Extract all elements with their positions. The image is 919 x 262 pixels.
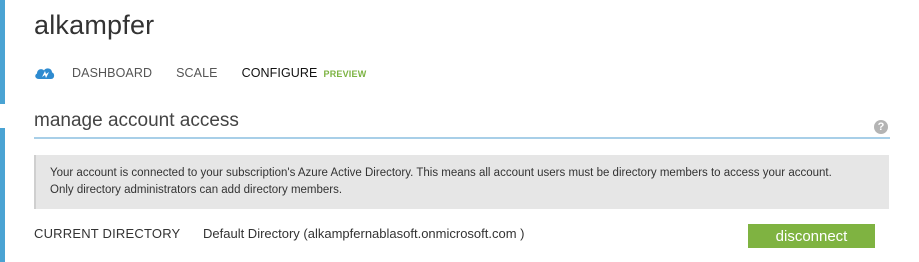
tab-scale[interactable]: SCALE <box>176 66 218 80</box>
disconnect-button[interactable]: disconnect <box>748 224 875 248</box>
section-title: manage account access <box>34 110 239 131</box>
tab-configure[interactable]: CONFIGURE <box>242 66 318 80</box>
tab-dashboard[interactable]: DASHBOARD <box>72 66 152 80</box>
accent-bar-top <box>0 0 5 104</box>
current-directory-value: Default Directory (alkampfernablasoft.on… <box>203 226 525 241</box>
cloud-storage-icon[interactable] <box>34 64 56 82</box>
info-text-line-2: Only directory administrators can add di… <box>50 184 343 196</box>
info-text-line-1: Your account is connected to your subscr… <box>50 167 832 179</box>
section-divider <box>34 137 890 139</box>
info-box: Your account is connected to your subscr… <box>34 155 889 209</box>
help-icon[interactable]: ? <box>874 120 888 134</box>
nav-tabs: DASHBOARD SCALE CONFIGURE PREVIEW <box>34 62 366 84</box>
accent-bar-bottom <box>0 128 5 262</box>
current-directory-label: CURRENT DIRECTORY <box>34 226 181 241</box>
page-title: alkampfer <box>34 10 155 40</box>
preview-badge: PREVIEW <box>323 69 367 79</box>
